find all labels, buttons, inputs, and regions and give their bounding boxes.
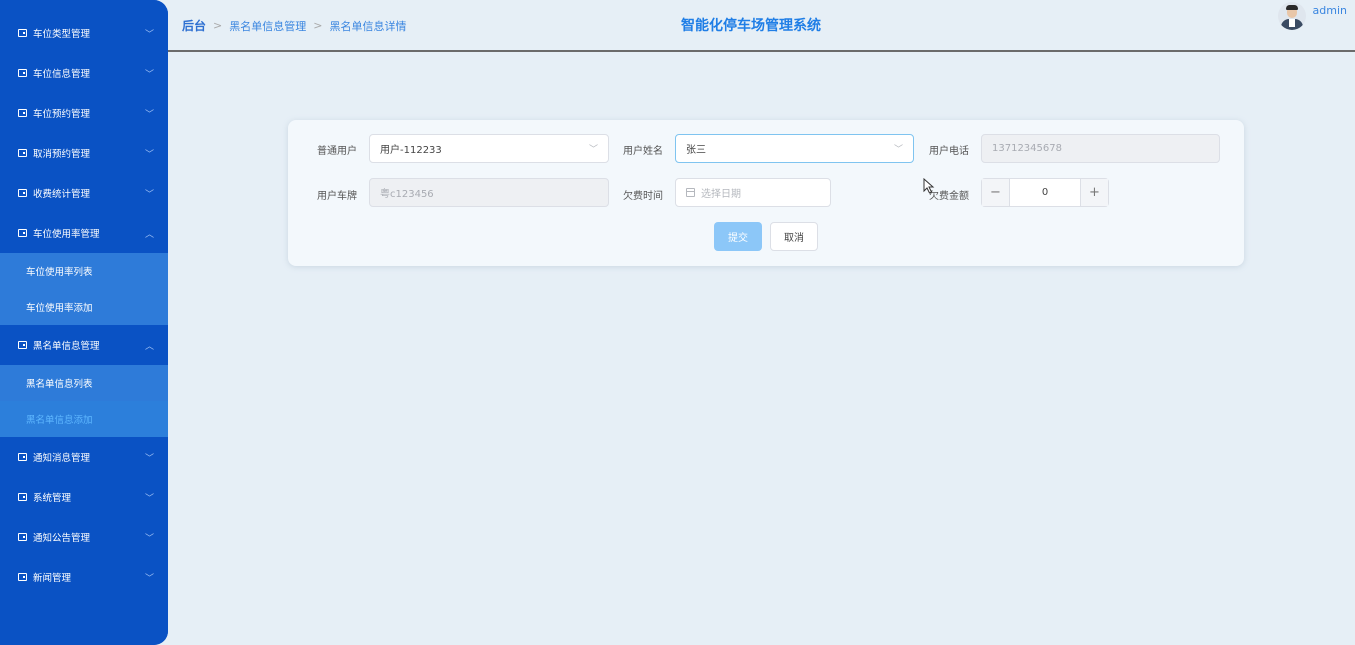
- sidebar-item-news[interactable]: 新闻管理 ﹀: [0, 557, 168, 597]
- name-select[interactable]: 张三 ﹀: [675, 134, 914, 163]
- menu-icon: [18, 341, 27, 349]
- chevron-down-icon: ﹀: [144, 69, 154, 80]
- increment-button[interactable]: +: [1080, 179, 1108, 206]
- sidebar-item-reservation[interactable]: 车位预约管理 ﹀: [0, 93, 168, 133]
- sidebar-item-label: 车位信息管理: [33, 69, 91, 80]
- breadcrumb-blacklist-detail[interactable]: 黑名单信息详情: [329, 18, 406, 34]
- blacklist-form-card: 普通用户 用户-112233 ﹀ 用户姓名 张三 ﹀ 用户电话 13712345…: [288, 120, 1244, 266]
- sidebar-item-label: 通知消息管理: [33, 453, 91, 464]
- top-header: 后台 > 黑名单信息管理 > 黑名单信息详情 智能化停车场管理系统 admin: [168, 0, 1355, 52]
- breadcrumb-separator-icon: >: [313, 19, 323, 32]
- sidebar-item-label: 黑名单信息管理: [33, 341, 100, 352]
- chevron-down-icon: ﹀: [144, 189, 154, 200]
- chevron-down-icon: ﹀: [144, 29, 154, 40]
- date-picker[interactable]: 选择日期: [675, 178, 831, 207]
- submenu-blacklist: 黑名单信息列表 黑名单信息添加: [0, 365, 168, 437]
- breadcrumb-blacklist-manage[interactable]: 黑名单信息管理: [229, 18, 306, 34]
- avatar-hair: [1285, 5, 1298, 10]
- breadcrumb: 后台 > 黑名单信息管理 > 黑名单信息详情: [182, 17, 406, 34]
- phone-label: 用户电话: [929, 146, 969, 157]
- sidebar-item-label: 新闻管理: [33, 573, 72, 584]
- user-select-value: 用户-112233: [380, 145, 442, 156]
- sidebar-item-announcement[interactable]: 通知公告管理 ﹀: [0, 517, 168, 557]
- phone-value: 13712345678: [992, 143, 1062, 154]
- avatar[interactable]: [1277, 2, 1306, 30]
- chevron-up-icon: ︿: [144, 229, 154, 240]
- name-label: 用户姓名: [623, 146, 663, 157]
- chevron-down-icon: ﹀: [144, 533, 154, 544]
- breadcrumb-separator-icon: >: [213, 19, 223, 32]
- name-select-value: 张三: [686, 145, 706, 156]
- chevron-down-icon: ﹀: [588, 145, 598, 155]
- chevron-down-icon: ﹀: [144, 573, 154, 584]
- cancel-button[interactable]: 取消: [770, 222, 818, 251]
- menu-icon: [18, 109, 27, 117]
- sidebar-item-label: 车位类型管理: [33, 29, 91, 40]
- menu-icon: [18, 573, 27, 581]
- sidebar-menu: 车位类型管理 ﹀ 车位信息管理 ﹀ 车位预约管理 ﹀ 取消预约管理 ﹀ 收费统计…: [0, 0, 168, 597]
- menu-icon: [18, 229, 27, 237]
- submit-button[interactable]: 提交: [714, 222, 762, 251]
- avatar-shirt: [1288, 19, 1295, 27]
- sidebar-item-label: 通知公告管理: [33, 533, 91, 544]
- mouse-cursor-icon: [923, 178, 935, 194]
- submenu-usage-rate: 车位使用率列表 车位使用率添加: [0, 253, 168, 325]
- menu-icon: [18, 493, 27, 501]
- chevron-down-icon: ﹀: [144, 493, 154, 504]
- chevron-up-icon: ︿: [144, 341, 154, 352]
- sidebar-subitem-blacklist-add[interactable]: 黑名单信息添加: [0, 401, 168, 437]
- system-title: 智能化停车场管理系统: [681, 18, 821, 34]
- plate-label: 用户车牌: [317, 191, 357, 202]
- sidebar-item-blacklist[interactable]: 黑名单信息管理 ︿: [0, 325, 168, 365]
- sidebar-item-label: 收费统计管理: [33, 189, 91, 200]
- sidebar-item-parking-type[interactable]: 车位类型管理 ﹀: [0, 13, 168, 53]
- chevron-down-icon: ﹀: [144, 149, 154, 160]
- decrement-button[interactable]: −: [982, 179, 1010, 206]
- sidebar-subitem-blacklist-list[interactable]: 黑名单信息列表: [0, 365, 168, 401]
- user-select[interactable]: 用户-112233 ﹀: [369, 134, 609, 163]
- user-menu[interactable]: admin: [1277, 2, 1347, 30]
- user-label: 普通用户: [317, 146, 357, 157]
- amount-value[interactable]: 0: [1010, 179, 1080, 206]
- plate-value: 粤c123456: [380, 189, 434, 200]
- date-placeholder: 选择日期: [701, 189, 741, 200]
- sidebar-item-system[interactable]: 系统管理 ﹀: [0, 477, 168, 517]
- menu-icon: [18, 29, 27, 37]
- menu-icon: [18, 69, 27, 77]
- sidebar-subitem-usage-add[interactable]: 车位使用率添加: [0, 289, 168, 325]
- menu-icon: [18, 189, 27, 197]
- sidebar-subitem-usage-list[interactable]: 车位使用率列表: [0, 253, 168, 289]
- sidebar-item-label: 车位预约管理: [33, 109, 91, 120]
- amount-label: 欠费金额: [929, 191, 969, 202]
- sidebar-item-fee-stats[interactable]: 收费统计管理 ﹀: [0, 173, 168, 213]
- time-label: 欠费时间: [623, 191, 663, 202]
- menu-icon: [18, 149, 27, 157]
- amount-stepper[interactable]: − 0 +: [981, 178, 1109, 207]
- chevron-down-icon: ﹀: [144, 109, 154, 120]
- chevron-down-icon: ﹀: [893, 145, 903, 155]
- user-name[interactable]: admin: [1313, 4, 1347, 17]
- breadcrumb-home[interactable]: 后台: [182, 17, 206, 34]
- sidebar-item-label: 车位使用率管理: [33, 229, 100, 240]
- sidebar-item-label: 系统管理: [33, 493, 72, 504]
- menu-icon: [18, 453, 27, 461]
- plate-field[interactable]: 粤c123456: [369, 178, 609, 207]
- sidebar-item-usage-rate[interactable]: 车位使用率管理 ︿: [0, 213, 168, 253]
- sidebar-item-parking-info[interactable]: 车位信息管理 ﹀: [0, 53, 168, 93]
- phone-field[interactable]: 13712345678: [981, 134, 1220, 163]
- sidebar-item-label: 取消预约管理: [33, 149, 91, 160]
- calendar-icon: [686, 188, 695, 197]
- menu-icon: [18, 533, 27, 541]
- sidebar-item-cancel-reservation[interactable]: 取消预约管理 ﹀: [0, 133, 168, 173]
- chevron-down-icon: ﹀: [144, 453, 154, 464]
- sidebar-item-notify-msg[interactable]: 通知消息管理 ﹀: [0, 437, 168, 477]
- sidebar: 车位类型管理 ﹀ 车位信息管理 ﹀ 车位预约管理 ﹀ 取消预约管理 ﹀ 收费统计…: [0, 0, 168, 645]
